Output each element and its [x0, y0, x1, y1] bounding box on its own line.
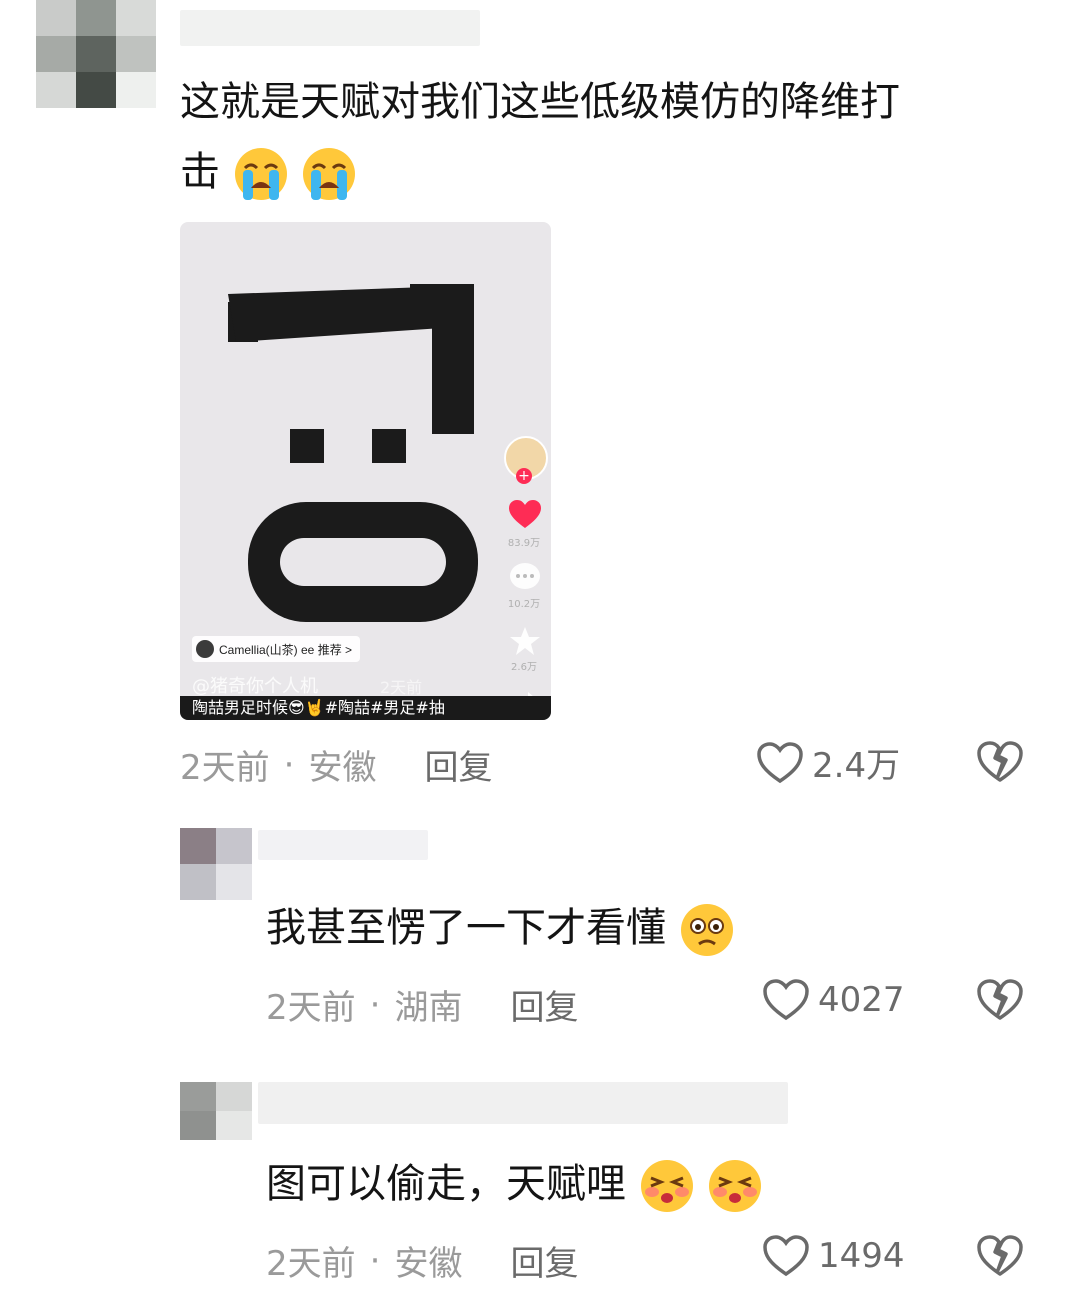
username-redacted	[258, 1082, 788, 1124]
like-button[interactable]: 2.4万	[756, 738, 900, 787]
star-icon[interactable]	[509, 626, 541, 656]
comment-location: 安徽	[308, 748, 377, 788]
comment-time: 2天前	[180, 748, 270, 788]
recommend-pill[interactable]: Camellia(山茶) ee 推荐 >	[192, 636, 361, 662]
kissing-blush-face-icon	[709, 1160, 762, 1212]
separator: ·	[369, 984, 381, 1025]
pill-label: Camellia(山茶) ee 推荐 >	[219, 642, 353, 657]
avatar[interactable]	[180, 828, 252, 900]
video-favorite-count: 2.6万	[511, 662, 537, 673]
avatar[interactable]	[180, 1082, 252, 1140]
follow-plus-icon[interactable]: +	[516, 468, 532, 484]
like-button[interactable]: 1494	[762, 1234, 905, 1278]
heart-icon[interactable]	[509, 500, 541, 530]
like-button[interactable]: 4027	[762, 978, 905, 1022]
video-author[interactable]: @猪奇你个人机	[192, 672, 318, 698]
comment-location: 湖南	[394, 988, 463, 1028]
broken-heart-icon[interactable]	[976, 1234, 1024, 1278]
heart-outline-icon	[763, 1235, 809, 1277]
like-count: 2.4万	[812, 746, 901, 786]
comment-meta: 2天前 · 湖南 回复	[266, 980, 578, 1029]
comment-time: 2天前	[266, 988, 356, 1028]
comment-time: 2天前	[266, 1244, 356, 1284]
broken-heart-icon[interactable]	[976, 978, 1024, 1022]
crying-face-icon	[234, 148, 287, 200]
worried-face-icon	[680, 904, 733, 956]
video-like-count: 83.9万	[507, 538, 541, 549]
comment-meta: 2天前 · 安徽 回复	[180, 740, 492, 789]
username-redacted	[180, 10, 480, 46]
reply-button[interactable]: 回复	[424, 740, 492, 789]
broken-heart-icon[interactable]	[976, 740, 1024, 784]
video-comment-count: 10.2万	[507, 599, 541, 610]
reply-button[interactable]: 回复	[510, 1236, 578, 1285]
reply-button[interactable]: 回复	[510, 980, 578, 1029]
crying-face-icon	[303, 148, 356, 200]
avatar[interactable]	[36, 0, 156, 108]
comment-text: 我甚至愣了一下才看懂	[266, 900, 735, 958]
video-thumbnail[interactable]: + 83.9万 10.2万 2.6万 Camellia(山茶) ee 推荐 > …	[180, 222, 551, 720]
comment-bubble-icon[interactable]	[509, 562, 541, 592]
comment-text: 这就是天赋对我们这些低级模仿的降维打	[180, 79, 900, 125]
heart-outline-icon	[763, 979, 809, 1021]
kissing-blush-face-icon	[640, 1160, 693, 1212]
music-logo-icon	[196, 640, 214, 658]
video-caption: 陶喆男足时候😎🤘#陶喆#男足#抽	[180, 696, 551, 720]
comment-text: 图可以偷走，天赋哩	[266, 1156, 763, 1214]
like-count: 1494	[818, 1236, 905, 1276]
separator: ·	[369, 1240, 381, 1281]
like-count: 4027	[818, 980, 905, 1020]
comment-text-cont: 击	[180, 144, 357, 202]
separator: ·	[283, 744, 295, 785]
comment-meta: 2天前 · 安徽 回复	[266, 1236, 578, 1285]
comment-location: 安徽	[394, 1244, 463, 1284]
heart-outline-icon	[757, 741, 803, 783]
video-time: 2天前	[380, 678, 423, 697]
username-redacted	[258, 830, 428, 860]
